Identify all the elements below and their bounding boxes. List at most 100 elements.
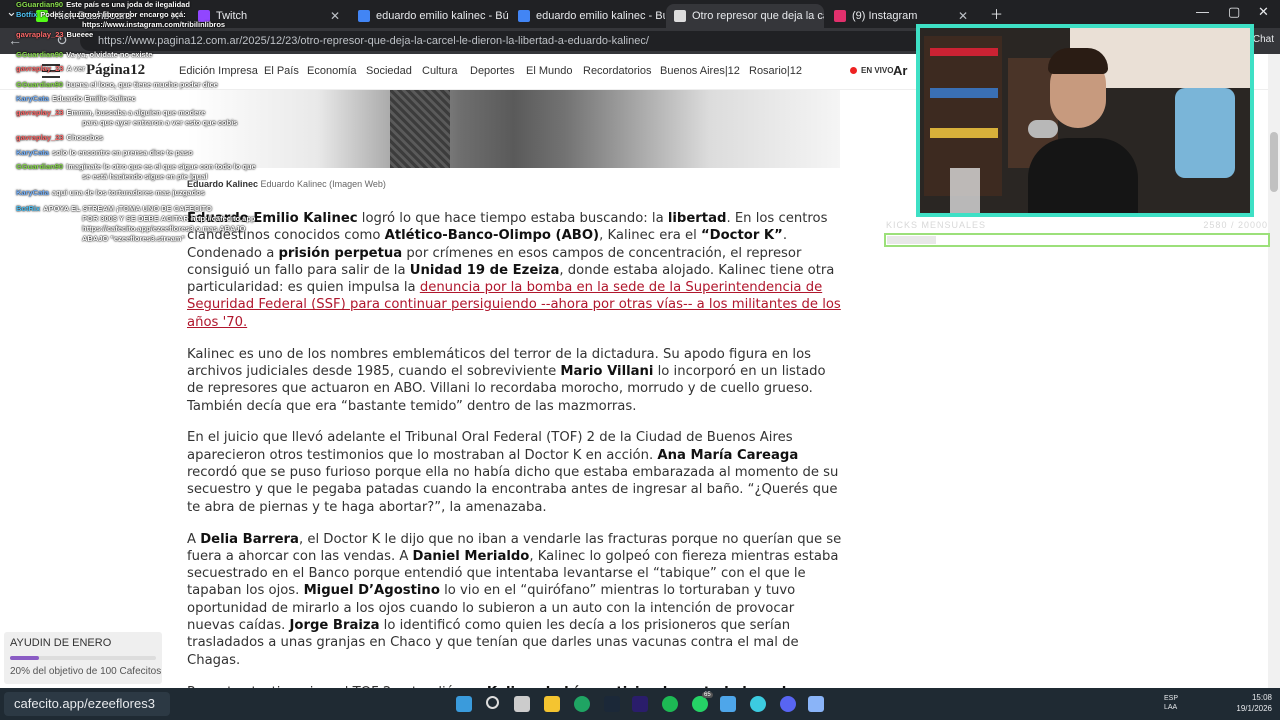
chat-text: se está haciendo sigue en pie igual xyxy=(82,172,208,181)
stream-chat-overlay: GGuardian90 Este país es una joda de ileg… xyxy=(0,0,280,250)
tab-close-icon[interactable]: ✕ xyxy=(958,9,968,23)
chat-message: gavraplay_23 Emmm, buscaba a alguien que … xyxy=(16,108,205,117)
chat-text: APOYA EL STREAM ¡TOMA UNO DE CAFECITO xyxy=(43,204,212,213)
kicks-count: 2580 / 20000 xyxy=(1203,220,1268,230)
chat-username[interactable]: gavraplay_23 xyxy=(16,64,64,73)
live-dot-icon xyxy=(850,67,857,74)
shelf-item xyxy=(930,48,998,56)
chat-username[interactable]: gavraplay_23 xyxy=(16,30,64,39)
bold-text: Delia Barrera xyxy=(200,531,299,547)
chat-message: gavraplay_23 Bueeee xyxy=(16,30,93,39)
chat-message: gavraplay_23 Chocobos xyxy=(16,133,103,142)
spotify-icon[interactable] xyxy=(662,696,678,712)
article-paragraph: A Delia Barrera, el Doctor K le dijo que… xyxy=(187,531,842,669)
tab-favicon-icon xyxy=(834,10,846,22)
nav-link[interactable]: El Mundo xyxy=(526,65,572,77)
chat-label[interactable]: Chat xyxy=(1253,34,1274,45)
tab[interactable]: eduardo emilio kalinec - Búsqueda✕ xyxy=(510,4,665,28)
nav-link[interactable]: Buenos Aires|12 xyxy=(660,65,740,77)
app-icon[interactable] xyxy=(720,696,736,712)
site-ar-link[interactable]: Ar xyxy=(893,63,907,78)
article-body: Eduardo Emilio Kalinec logró lo que hace… xyxy=(187,210,842,688)
chat-text: A ver xyxy=(66,64,86,73)
search-icon[interactable] xyxy=(486,696,499,709)
chat-text: https://www.instagram.com/tribilinlibros xyxy=(82,20,226,29)
bold-text: Mario Villani xyxy=(560,363,654,379)
bold-text: Jorge Braiza xyxy=(289,618,380,634)
article-paragraph: En el juicio que llevó adelante el Tribu… xyxy=(187,429,842,515)
bold-text: prisión perpetua xyxy=(278,245,403,261)
bold-text: “Doctor K” xyxy=(700,228,783,244)
page-scrollbar[interactable] xyxy=(1268,54,1280,688)
chat-username[interactable]: KaryCata xyxy=(16,94,49,103)
glass xyxy=(950,168,980,213)
kicks-progress-fill xyxy=(887,236,937,244)
chat-message: KaryCata solo lo encontre en prensa dice … xyxy=(16,148,193,157)
text: recordó que se puso furioso porque ella … xyxy=(187,465,839,515)
chrome-icon[interactable] xyxy=(574,696,590,712)
chat-text: solo lo encontre en prensa dice te paso xyxy=(51,148,193,157)
tab-close-icon[interactable]: ✕ xyxy=(330,9,340,23)
minimize-button[interactable]: — xyxy=(1196,4,1209,19)
kicks-progress-bar xyxy=(884,233,1270,247)
file-explorer-icon[interactable] xyxy=(544,696,560,712)
scrollbar-thumb[interactable] xyxy=(1270,132,1278,192)
discord-icon[interactable] xyxy=(780,696,796,712)
chat-username[interactable]: GGuardian90 xyxy=(16,162,63,171)
chat-text: buena el loco, que tiene mucho poder dic… xyxy=(66,80,218,89)
chat-username[interactable]: GGuardian90 xyxy=(16,50,63,59)
chat-message: KaryCata Eduardo Emilio Kalinec xyxy=(16,94,136,103)
windows-taskbar: cafecito.app/ezeeflores3 65 ESP LAA 15:08… xyxy=(0,688,1280,720)
text: A xyxy=(187,531,201,547)
language-indicator[interactable]: ESP LAA xyxy=(1164,694,1178,712)
maximize-button[interactable]: ▢ xyxy=(1228,4,1240,20)
tab[interactable]: eduardo emilio kalinec - Búsqueda✕ xyxy=(350,4,508,28)
chat-message: GGuardian90 Este país es una joda de ileg… xyxy=(16,0,190,9)
app-icon[interactable] xyxy=(750,696,766,712)
kicks-goal-label: KICKS MENSUALES 2580 / 20000 xyxy=(886,220,1270,232)
nav-link[interactable]: Rosario|12 xyxy=(749,65,802,77)
cafecito-banner[interactable]: cafecito.app/ezeeflores3 xyxy=(4,692,170,716)
tab-favicon-icon xyxy=(358,10,370,22)
nav-link[interactable]: Cultura xyxy=(422,65,457,77)
chat-username[interactable]: gavraplay_23 xyxy=(16,133,64,142)
tab-favicon-icon xyxy=(674,10,686,22)
chat-text: Imaginate lo otro que es el que sigue co… xyxy=(66,162,256,171)
tab[interactable]: Otro represor que deja la cárcel: L✕ xyxy=(666,4,824,28)
chat-text: POR 300$ Y SE DEBE AGITAR http://cafecit… xyxy=(82,214,256,223)
article-paragraph: Eduardo Emilio Kalinec logró lo que hace… xyxy=(187,210,842,331)
chat-username[interactable]: GGuardian90 xyxy=(16,0,63,9)
chat-username[interactable]: KaryCata xyxy=(16,148,49,157)
bold-text: Daniel Merialdo xyxy=(412,548,530,564)
new-tab-button[interactable]: ＋ xyxy=(990,4,1003,23)
windows-start-icon[interactable] xyxy=(456,696,472,712)
steam-icon[interactable] xyxy=(604,696,620,712)
chat-username[interactable]: GGuardian90 xyxy=(16,80,63,89)
chat-username[interactable]: KaryCata xyxy=(16,188,49,197)
chat-username[interactable]: Botfix xyxy=(16,10,37,19)
bold-text: Ana María Careaga xyxy=(657,447,799,463)
task-view-icon[interactable] xyxy=(514,696,530,712)
nav-link[interactable]: Sociedad xyxy=(366,65,412,77)
chat-message: POR 300$ Y SE DEBE AGITAR http://cafecit… xyxy=(82,214,256,223)
tab-label: eduardo emilio kalinec - Búsqueda xyxy=(536,10,665,22)
whatsapp-icon[interactable] xyxy=(692,696,708,712)
chat-text: https://cafecito.app/ezeeflores3 o mas A… xyxy=(82,224,246,233)
app-icon[interactable] xyxy=(808,696,824,712)
text: , Kalinec era el xyxy=(599,228,701,244)
chat-username[interactable]: gavraplay_23 xyxy=(16,108,64,117)
bold-text: Unidad 19 de Ezeiza xyxy=(409,262,560,278)
close-window-button[interactable]: ✕ xyxy=(1258,4,1269,20)
nav-link[interactable]: Recordatorios xyxy=(583,65,651,77)
chat-username[interactable]: BotRix xyxy=(16,204,40,213)
premiere-icon[interactable] xyxy=(632,696,648,712)
nav-link[interactable]: Deportes xyxy=(470,65,515,77)
chat-message: se está haciendo sigue en pie igual xyxy=(82,172,207,181)
live-indicator[interactable]: EN VIVO xyxy=(850,66,893,75)
nav-link[interactable]: Economía xyxy=(307,65,357,77)
goal-progress-fill xyxy=(10,656,40,660)
hero-image xyxy=(187,90,840,168)
cafecito-label: cafecito.app/ezeeflores3 xyxy=(14,696,155,711)
bold-text: Miguel D’Agostino xyxy=(303,583,440,599)
clock[interactable]: 15:08 19/1/2026 xyxy=(1236,692,1272,714)
